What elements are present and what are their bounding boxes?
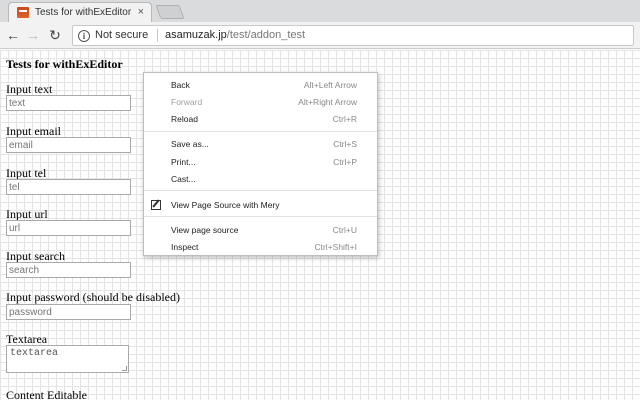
menu-item-label: View Page Source with Mery xyxy=(171,200,280,210)
input-url-field[interactable] xyxy=(6,220,131,236)
menu-item-view-source-mery[interactable]: View Page Source with Mery xyxy=(144,197,377,213)
security-label[interactable]: Not secure xyxy=(95,29,148,41)
info-icon[interactable]: i xyxy=(78,30,90,42)
menu-item-label: Save as... xyxy=(171,139,209,149)
menu-item-shortcut: Alt+Right Arrow xyxy=(298,97,357,107)
menu-item-shortcut: Ctrl+S xyxy=(333,139,357,149)
menu-separator xyxy=(144,131,377,132)
tab-title: Tests for withExEditor xyxy=(35,7,132,18)
forward-arrow-icon[interactable]: → xyxy=(24,26,42,44)
menu-item-reload[interactable]: Reload Ctrl+R xyxy=(144,111,377,127)
menu-item-label: Back xyxy=(171,80,190,90)
menu-item-shortcut: Alt+Left Arrow xyxy=(303,80,357,90)
menu-item-label: Reload xyxy=(171,114,198,124)
menu-item-shortcut: Ctrl+U xyxy=(332,225,357,235)
menu-item-label: Forward xyxy=(171,97,203,107)
label-input-password: Input password (should be disabled) xyxy=(6,290,180,304)
menu-item-print[interactable]: Print... Ctrl+P xyxy=(144,154,377,170)
menu-separator xyxy=(144,190,377,191)
menu-item-label: Cast... xyxy=(171,174,196,184)
menu-item-shortcut: Ctrl+R xyxy=(332,114,357,124)
page-title: Tests for withExEditor xyxy=(6,57,123,71)
address-divider xyxy=(157,29,158,42)
menu-item-forward[interactable]: Forward Alt+Right Arrow xyxy=(144,94,377,110)
new-tab-button[interactable] xyxy=(155,5,185,19)
url-text[interactable]: asamuzak.jp/test/addon_test xyxy=(165,29,305,41)
tab-strip: Tests for withExEditor × xyxy=(0,0,640,22)
tab-active[interactable]: Tests for withExEditor × xyxy=(8,2,152,22)
reload-icon[interactable]: ↻ xyxy=(46,26,64,44)
close-icon[interactable]: × xyxy=(138,5,144,19)
menu-item-cast[interactable]: Cast... xyxy=(144,171,377,187)
context-menu: Back Alt+Left Arrow Forward Alt+Right Ar… xyxy=(143,72,378,256)
input-text-field[interactable] xyxy=(6,95,131,111)
url-host: asamuzak.jp xyxy=(165,29,227,41)
menu-item-shortcut: Ctrl+P xyxy=(333,157,357,167)
input-tel-field[interactable] xyxy=(6,179,131,195)
input-email-field[interactable] xyxy=(6,137,131,153)
address-bar[interactable]: i Not secure asamuzak.jp/test/addon_test xyxy=(72,25,634,46)
menu-item-shortcut: Ctrl+Shift+I xyxy=(314,242,357,252)
menu-item-save-as[interactable]: Save as... Ctrl+S xyxy=(144,136,377,152)
textarea-field[interactable]: textarea xyxy=(6,345,129,373)
browser-toolbar: ← → ↻ i Not secure asamuzak.jp/test/addo… xyxy=(0,22,640,49)
menu-item-label: Print... xyxy=(171,157,196,167)
back-arrow-icon[interactable]: ← xyxy=(4,26,22,44)
url-path: /test/addon_test xyxy=(226,29,306,41)
menu-item-inspect[interactable]: Inspect Ctrl+Shift+I xyxy=(144,239,377,255)
resize-grip-icon[interactable] xyxy=(122,366,127,371)
menu-separator xyxy=(144,216,377,217)
label-content-editable: Content Editable xyxy=(6,388,87,400)
withexeditor-icon xyxy=(17,7,29,18)
menu-item-view-page-source[interactable]: View page source Ctrl+U xyxy=(144,222,377,238)
menu-item-back[interactable]: Back Alt+Left Arrow xyxy=(144,77,377,93)
menu-item-label: Inspect xyxy=(171,242,199,252)
menu-item-label: View page source xyxy=(171,225,239,235)
edit-icon xyxy=(151,200,161,210)
input-search-field[interactable] xyxy=(6,262,131,278)
input-password-field[interactable] xyxy=(6,304,131,320)
textarea-placeholder: textarea xyxy=(10,348,59,359)
